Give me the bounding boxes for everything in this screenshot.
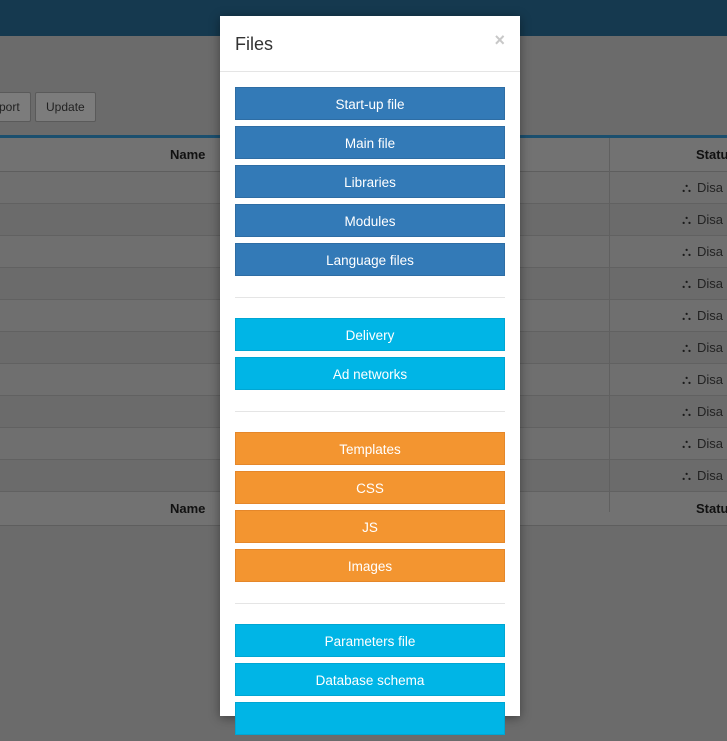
status-cell: Disa [697, 180, 724, 195]
status-cell: Disa [697, 468, 724, 483]
column-footer-name: Name [170, 501, 206, 516]
status-cell: Disa [697, 308, 724, 323]
cubes-icon: ⛬ [682, 468, 692, 483]
templates-button[interactable]: Templates [235, 432, 505, 465]
data-group: Parameters file Database schema [235, 624, 505, 741]
cubes-icon: ⛬ [682, 340, 692, 355]
images-button[interactable]: Images [235, 549, 505, 582]
column-header-name[interactable]: Name [170, 147, 205, 162]
column-footer-status: Statu [696, 501, 727, 516]
js-button[interactable]: JS [235, 510, 505, 543]
more-button-partial[interactable] [235, 702, 505, 735]
status-cell: Disa [697, 276, 724, 291]
cubes-icon: ⛬ [682, 372, 692, 387]
delivery-button[interactable]: Delivery [235, 318, 505, 351]
parameters-file-button[interactable]: Parameters file [235, 624, 505, 657]
cubes-icon: ⛬ [682, 436, 692, 451]
main-file-button[interactable]: Main file [235, 126, 505, 159]
cubes-icon: ⛬ [682, 212, 692, 227]
status-cell: Disa [697, 212, 724, 227]
status-cell: Disa [697, 404, 724, 419]
ad-networks-button[interactable]: Ad networks [235, 357, 505, 390]
database-schema-button[interactable]: Database schema [235, 663, 505, 696]
status-cell: Disa [697, 372, 724, 387]
cubes-icon: ⛬ [682, 308, 692, 323]
divider [235, 297, 505, 298]
column-header-status[interactable]: Statu [696, 147, 727, 162]
export-button[interactable]: port [0, 92, 31, 122]
language-files-button[interactable]: Language files [235, 243, 505, 276]
cubes-icon: ⛬ [682, 404, 692, 419]
close-icon[interactable]: × [494, 30, 505, 51]
assets-group: Templates CSS JS Images [235, 432, 505, 588]
status-cell: Disa [697, 244, 724, 259]
divider [235, 411, 505, 412]
cubes-icon: ⛬ [682, 244, 692, 259]
status-cell: Disa [697, 436, 724, 451]
files-modal: Files × Start-up file Main file Librarie… [220, 16, 520, 735]
status-cell: Disa [697, 340, 724, 355]
modules-button[interactable]: Modules [235, 204, 505, 237]
update-button[interactable]: Update [35, 92, 96, 122]
divider [235, 603, 505, 604]
modal-header: Files × [220, 16, 520, 72]
core-files-group: Start-up file Main file Libraries Module… [235, 87, 505, 282]
cubes-icon: ⛬ [682, 180, 692, 195]
column-divider [609, 138, 610, 512]
ads-group: Delivery Ad networks [235, 318, 505, 396]
startup-file-button[interactable]: Start-up file [235, 87, 505, 120]
css-button[interactable]: CSS [235, 471, 505, 504]
libraries-button[interactable]: Libraries [235, 165, 505, 198]
modal-title: Files [235, 34, 274, 54]
cubes-icon: ⛬ [682, 276, 692, 291]
